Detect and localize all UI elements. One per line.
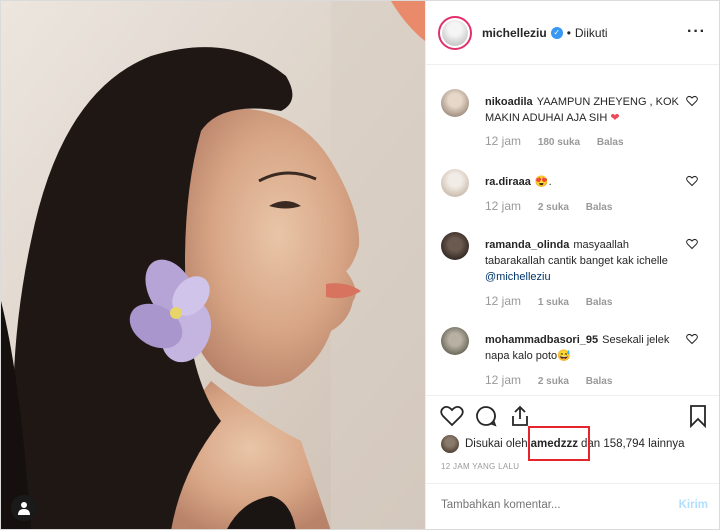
add-comment-section: Kirim (426, 483, 719, 529)
follow-status-button[interactable]: Diikuti (575, 26, 608, 40)
like-comment-heart-icon[interactable] (686, 95, 698, 107)
comment-avatar[interactable] (441, 232, 469, 260)
comment-time[interactable]: 12 jam (485, 199, 521, 213)
person-icon (18, 502, 30, 515)
like-comment-heart-icon[interactable] (686, 238, 698, 250)
comment-username[interactable]: ramanda_olinda (485, 239, 569, 251)
post-details-panel: michelleziu ✓ • Diikuti ··· nikoadila YAA… (425, 1, 719, 529)
add-comment-input[interactable] (441, 499, 661, 511)
author-avatar[interactable] (438, 15, 472, 50)
comment-time[interactable]: 12 jam (485, 134, 521, 148)
comment-avatar[interactable] (441, 327, 469, 355)
comment-likes[interactable]: 2 suka (538, 202, 569, 213)
comment-meta: 12 jam 2 suka Balas (485, 199, 626, 213)
comment-username[interactable]: mohammadbasori_95 (485, 334, 598, 346)
comment-likes[interactable]: 2 suka (538, 376, 569, 387)
comments-list[interactable]: nikoadila YAAMPUN ZHEYENG , KOK MAKIN ADU… (426, 65, 719, 395)
comment-body: nikoadila YAAMPUN ZHEYENG , KOK MAKIN ADU… (485, 94, 685, 126)
comment-likes[interactable]: 180 suka (538, 137, 580, 148)
comment-meta: 12 jam 2 suka Balas (485, 373, 626, 387)
comment-avatar[interactable] (441, 89, 469, 117)
header-separator: • (566, 25, 571, 40)
comment-time[interactable]: 12 jam (485, 373, 521, 387)
user-tag-icon[interactable] (11, 495, 37, 521)
comment-meta: 12 jam 180 suka Balas (485, 134, 638, 148)
more-options-icon[interactable]: ··· (687, 23, 706, 41)
comment-username[interactable]: ra.diraaa (485, 176, 531, 188)
comment-text: 😍. (534, 176, 552, 188)
comment-body: ra.diraaa 😍. (485, 174, 685, 190)
instagram-post-window: michelleziu ✓ • Diikuti ··· nikoadila YAA… (0, 0, 720, 530)
reply-button[interactable]: Balas (586, 297, 613, 308)
comment-likes[interactable]: 1 suka (538, 297, 569, 308)
share-icon[interactable] (508, 404, 532, 428)
verified-badge-icon: ✓ (550, 26, 563, 39)
comment-time[interactable]: 12 jam (485, 294, 521, 308)
comment-body: ramanda_olinda masyaallah tabarakallah ca… (485, 237, 685, 285)
comment-body: mohammadbasori_95 Sesekali jelek napa kal… (485, 332, 685, 364)
post-header: michelleziu ✓ • Diikuti ··· (426, 1, 719, 65)
reply-button[interactable]: Balas (586, 202, 613, 213)
likes-suffix[interactable]: lainnya (648, 438, 684, 450)
reply-button[interactable]: Balas (597, 137, 624, 148)
highlight-annotation-box (528, 426, 590, 461)
author-username[interactable]: michelleziu (482, 26, 547, 40)
comment-bubble-icon[interactable] (474, 404, 498, 428)
likes-prefix: Disukai oleh (465, 438, 528, 450)
post-comment-button[interactable]: Kirim (679, 499, 708, 511)
comment-meta: 12 jam 1 suka Balas (485, 294, 626, 308)
likes-count[interactable]: 158,794 (603, 438, 645, 450)
red-heart-emoji: ❤ (610, 112, 620, 124)
comment-avatar[interactable] (441, 169, 469, 197)
like-comment-heart-icon[interactable] (686, 175, 698, 187)
bookmark-icon[interactable] (686, 404, 710, 428)
mention-link[interactable]: @michelleziu (485, 271, 551, 283)
post-photo[interactable] (1, 1, 425, 529)
like-comment-heart-icon[interactable] (686, 333, 698, 345)
portrait-illustration (1, 1, 425, 529)
reply-button[interactable]: Balas (586, 376, 613, 387)
like-heart-icon[interactable] (440, 404, 464, 428)
liker-avatar[interactable] (441, 435, 459, 453)
comment-username[interactable]: nikoadila (485, 96, 533, 108)
post-timestamp[interactable]: 12 JAM YANG LALU (441, 462, 519, 471)
